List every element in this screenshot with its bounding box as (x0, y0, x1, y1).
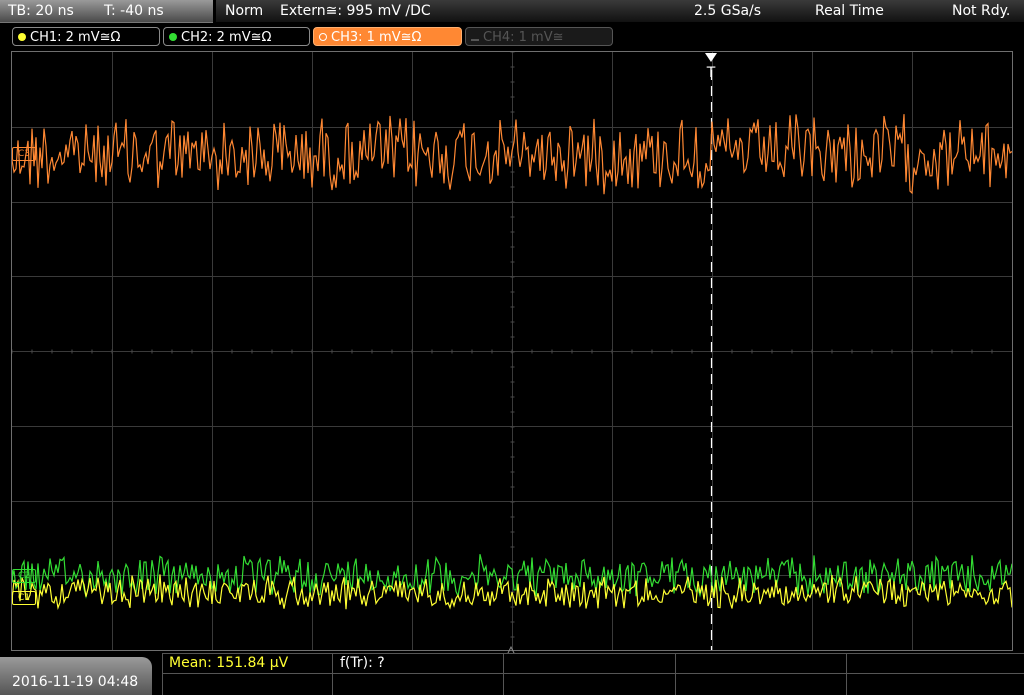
tab-ch3[interactable]: CH3: 1 mV≅Ω (313, 27, 462, 46)
tab-ch1[interactable]: CH1: 2 mV≅Ω (12, 27, 160, 46)
tab-ch4[interactable]: CH4: 1 mV≅ (465, 27, 613, 46)
ch1-indicator-icon (18, 33, 26, 41)
ch3-label: CH3: 1 mV≅Ω (331, 30, 422, 45)
timebase-label[interactable]: TB: 20 ns (8, 0, 74, 22)
waveform-svg (12, 52, 1012, 650)
ch3-indicator-icon (319, 33, 327, 41)
tab-ch2[interactable]: CH2: 2 mV≅Ω (163, 27, 310, 46)
ch3-offset-marker[interactable]: C3 (12, 147, 36, 161)
ch3-marker-text: C3 (17, 149, 30, 159)
trigger-position-marker[interactable]: T (703, 52, 719, 81)
ch4-label: CH4: 1 mV≅ (483, 30, 564, 45)
trigger-source-label[interactable]: Extern≅: 995 mV ∕DC (280, 0, 431, 22)
acquisition-mode-label[interactable]: Real Time (815, 0, 884, 22)
waveform-display[interactable] (11, 51, 1013, 651)
ch1-marker-text: C1 (17, 593, 30, 603)
trigger-offset-label[interactable]: T: -40 ns (104, 0, 164, 22)
ch1-label: CH1: 2 mV≅Ω (30, 30, 121, 45)
status-label: Not Rdy. (952, 3, 1011, 19)
ch2-label: CH2: 2 mV≅Ω (181, 30, 272, 45)
ch1-offset-marker[interactable]: C1 (12, 591, 36, 605)
datetime-label: 2016-11-19 04:48 (12, 674, 139, 690)
ch4-indicator-icon (471, 39, 479, 41)
measurement-panel (162, 653, 1024, 695)
frequency-measurement[interactable]: f(Tr): ? (340, 653, 385, 673)
horizontal-center-marker (506, 641, 516, 656)
ch2-indicator-icon (169, 33, 177, 41)
trigger-marker-text: T (706, 65, 716, 78)
mean-measurement[interactable]: Mean: 151.84 µV (169, 653, 288, 673)
sample-rate-label[interactable]: 2.5 GSa/s (694, 0, 761, 22)
trigger-mode-label[interactable]: Norm (225, 0, 263, 22)
ch2-marker-text: C2 (17, 571, 30, 581)
status-bar: TB: 20 ns T: -40 ns Norm Extern≅: 995 mV… (0, 0, 1024, 24)
ch2-offset-marker[interactable]: C2 (12, 569, 36, 583)
